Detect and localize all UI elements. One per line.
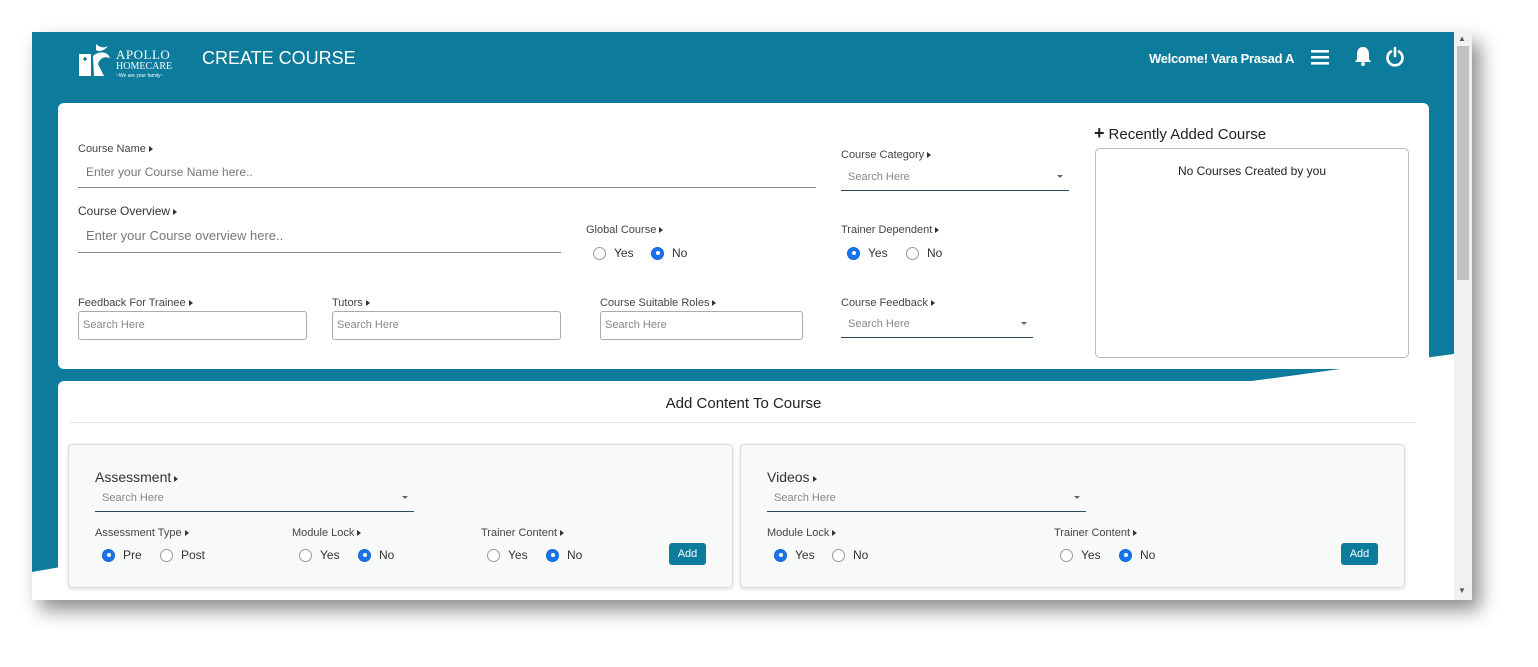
assessment-title: Assessment xyxy=(95,469,179,485)
course-name-input[interactable]: Enter your Course Name here.. xyxy=(78,165,816,188)
logo-emblem-icon xyxy=(79,44,110,76)
logo-tagline: ~We are your family~ xyxy=(116,73,164,79)
recent-courses-box: No Courses Created by you xyxy=(1095,148,1409,358)
assessment-trainer-content-yes-radio[interactable]: Yes xyxy=(487,548,528,562)
global-course-yes-radio[interactable]: Yes xyxy=(593,246,634,260)
course-category-select[interactable]: Search Here xyxy=(841,171,1069,191)
assessment-type-post-radio[interactable]: Post xyxy=(160,548,205,562)
power-icon[interactable] xyxy=(1384,46,1406,68)
hamburger-icon[interactable] xyxy=(1309,46,1331,68)
course-feedback-label: Course Feedback xyxy=(841,297,935,309)
suitable-roles-input[interactable]: Search Here xyxy=(600,311,803,340)
assessment-panel: Assessment Search Here Assessment Type P… xyxy=(68,444,733,588)
trainer-dependent-label: Trainer Dependent xyxy=(841,224,940,236)
assessment-trainer-content-no-radio[interactable]: No xyxy=(546,548,582,562)
chevron-down-icon xyxy=(402,496,408,499)
global-course-no-radio[interactable]: No xyxy=(651,246,687,260)
assessment-module-lock-yes-radio[interactable]: Yes xyxy=(299,548,340,562)
chevron-down-icon xyxy=(1074,496,1080,499)
videos-trainer-content-label: Trainer Content xyxy=(1054,527,1138,539)
no-courses-text: No Courses Created by you xyxy=(1177,164,1327,178)
assessment-type-pre-radio[interactable]: Pre xyxy=(102,548,142,562)
course-feedback-select[interactable]: Search Here xyxy=(841,318,1033,338)
trainer-dependent-no-radio[interactable]: No xyxy=(906,246,942,260)
bell-icon[interactable] xyxy=(1352,45,1374,67)
global-course-label: Global Course xyxy=(586,224,664,236)
videos-trainer-content-no-radio[interactable]: No xyxy=(1119,548,1155,562)
page-title: CREATE COURSE xyxy=(202,48,356,68)
tutors-input[interactable]: Search Here xyxy=(332,311,561,340)
assessment-trainer-content-label: Trainer Content xyxy=(481,527,565,539)
scroll-up-arrow-icon[interactable]: ▲ xyxy=(1458,34,1466,44)
chevron-down-icon xyxy=(1057,175,1063,178)
videos-panel: Videos Search Here Module Lock Yes No Tr… xyxy=(740,444,1405,588)
assessment-type-label: Assessment Type xyxy=(95,527,189,539)
course-overview-label: Course Overview xyxy=(78,204,178,218)
chevron-down-icon xyxy=(1021,322,1027,325)
trainer-dependent-yes-radio[interactable]: Yes xyxy=(847,246,888,260)
course-category-label: Course Category xyxy=(841,149,932,161)
browser-window: APOLLO HOMECARE ~We are your family~ CRE… xyxy=(32,32,1472,600)
course-overview-input[interactable]: Enter your Course overview here.. xyxy=(78,228,561,253)
videos-add-button[interactable]: Add xyxy=(1341,543,1378,565)
course-name-label: Course Name xyxy=(78,143,153,155)
recently-added-title: + Recently Added Course xyxy=(1094,123,1267,143)
add-content-card: Add Content To Course Assessment Search … xyxy=(58,381,1429,600)
apollo-homecare-logo[interactable]: APOLLO HOMECARE ~We are your family~ xyxy=(76,42,186,82)
feedback-trainee-input[interactable]: Search Here xyxy=(78,311,307,340)
course-details-card: Course Name Enter your Course Name here.… xyxy=(58,103,1429,369)
section-divider xyxy=(70,422,1416,423)
welcome-user-text: Welcome! Vara Prasad A xyxy=(1149,51,1295,66)
assessment-search-select[interactable]: Search Here xyxy=(95,492,414,512)
videos-module-lock-label: Module Lock xyxy=(767,527,837,539)
add-content-title: Add Content To Course xyxy=(665,395,822,412)
feedback-trainee-label: Feedback For Trainee xyxy=(78,297,193,309)
plus-icon: + xyxy=(1094,123,1105,143)
tutors-label: Tutors xyxy=(332,297,370,309)
scroll-down-arrow-icon[interactable]: ▼ xyxy=(1458,586,1466,596)
assessment-module-lock-label: Module Lock xyxy=(292,527,362,539)
logo-text-homecare: HOMECARE xyxy=(116,61,173,72)
videos-search-select[interactable]: Search Here xyxy=(767,492,1086,512)
videos-module-lock-yes-radio[interactable]: Yes xyxy=(774,548,815,562)
videos-trainer-content-yes-radio[interactable]: Yes xyxy=(1060,548,1101,562)
assessment-module-lock-no-radio[interactable]: No xyxy=(358,548,394,562)
videos-module-lock-no-radio[interactable]: No xyxy=(832,548,868,562)
assessment-add-button[interactable]: Add xyxy=(669,543,706,565)
scrollbar-thumb[interactable] xyxy=(1457,46,1469,280)
vertical-scrollbar[interactable]: ▲ ▼ xyxy=(1454,32,1472,600)
videos-title: Videos xyxy=(767,469,817,485)
suitable-roles-label: Course Suitable Roles xyxy=(600,297,717,309)
